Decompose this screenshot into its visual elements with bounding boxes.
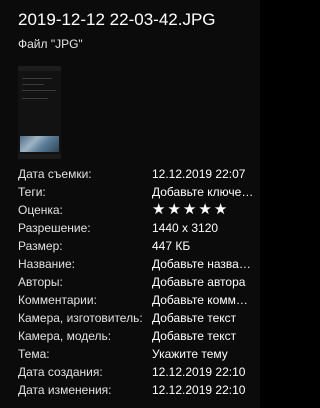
title-field[interactable]: Добавьте название	[152, 255, 254, 273]
property-label: Дата съемки:	[18, 167, 92, 181]
property-row-size: Размер: 447 КБ	[18, 237, 254, 255]
property-label: Дата создания:	[18, 365, 103, 379]
thumbnail-text-line	[22, 84, 44, 85]
property-row-date-taken: Дата съемки: 12.12.2019 22:07	[18, 165, 254, 183]
property-row-subject: Тема: Укажите тему	[18, 345, 254, 363]
size-value: 447 КБ	[152, 239, 191, 253]
thumbnail-nav-bar	[18, 154, 61, 159]
file-type-label: Файл "JPG"	[18, 37, 83, 51]
comments-field[interactable]: Добавьте комментарии	[152, 291, 254, 309]
property-label: Тема:	[18, 347, 50, 361]
date-created-value: 12.12.2019 22:10	[152, 365, 246, 379]
tags-field[interactable]: Добавьте ключевое слово	[152, 183, 254, 201]
star-outline-icon[interactable]: ★	[167, 201, 182, 219]
property-row-camera-maker: Камера, изготовитель: Добавьте текст	[18, 309, 254, 327]
star-outline-icon[interactable]: ★	[183, 201, 198, 219]
camera-model-field[interactable]: Добавьте текст	[152, 327, 254, 345]
property-row-tags: Теги: Добавьте ключевое слово	[18, 183, 254, 201]
thumbnail-status-bar	[18, 66, 61, 71]
star-outline-icon[interactable]: ★	[152, 201, 167, 219]
property-label: Оценка:	[18, 203, 63, 217]
property-label: Комментарии:	[18, 293, 97, 307]
property-row-rating: Оценка: ★★★★★	[18, 201, 254, 219]
property-row-title: Название: Добавьте название	[18, 255, 254, 273]
resolution-value: 1440 x 3120	[152, 221, 219, 235]
thumbnail-text-line	[22, 78, 52, 79]
image-thumbnail[interactable]	[18, 66, 61, 159]
subject-field[interactable]: Укажите тему	[152, 345, 254, 363]
property-row-resolution: Разрешение: 1440 x 3120	[18, 219, 254, 237]
details-pane: 2019-12-12 22-03-42.JPG Файл "JPG" Дата …	[0, 0, 260, 408]
property-label: Разрешение:	[18, 221, 91, 235]
thumbnail-text-line	[22, 98, 48, 99]
property-label: Камера, изготовитель:	[18, 311, 143, 325]
date-taken-value[interactable]: 12.12.2019 22:07	[152, 165, 254, 183]
thumbnail-text-line	[22, 90, 56, 91]
star-outline-icon[interactable]: ★	[198, 201, 213, 219]
property-row-date-modified: Дата изменения: 12.12.2019 22:10	[18, 381, 254, 399]
property-label: Размер:	[18, 239, 63, 253]
property-label: Дата изменения:	[18, 383, 112, 397]
property-label: Камера, модель:	[18, 329, 112, 343]
star-outline-icon[interactable]: ★	[214, 201, 229, 219]
file-name: 2019-12-12 22-03-42.JPG	[18, 10, 216, 29]
thumbnail-photo	[20, 136, 59, 152]
camera-maker-field[interactable]: Добавьте текст	[152, 309, 254, 327]
property-row-camera-model: Камера, модель: Добавьте текст	[18, 327, 254, 345]
property-label: Авторы:	[18, 275, 63, 289]
property-label: Название:	[18, 257, 75, 271]
properties-list: Дата съемки: 12.12.2019 22:07 Теги: Доба…	[18, 165, 254, 399]
property-row-authors: Авторы: Добавьте автора	[18, 273, 254, 291]
property-label: Теги:	[18, 185, 46, 199]
property-row-comments: Комментарии: Добавьте комментарии	[18, 291, 254, 309]
authors-field[interactable]: Добавьте автора	[152, 273, 254, 291]
date-modified-value: 12.12.2019 22:10	[152, 383, 246, 397]
rating-stars[interactable]: ★★★★★	[152, 201, 229, 219]
property-row-date-created: Дата создания: 12.12.2019 22:10	[18, 363, 254, 381]
